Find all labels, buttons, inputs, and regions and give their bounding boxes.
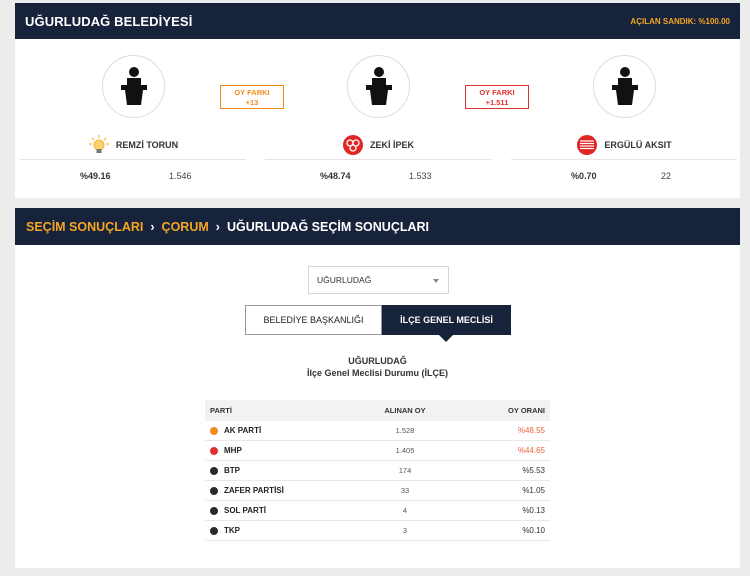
party-color-dot bbox=[210, 486, 218, 495]
votes-cell: 1.405 bbox=[395, 446, 415, 455]
chevron-right-icon: › bbox=[150, 219, 155, 234]
divider bbox=[20, 159, 246, 160]
party-name: ZAFER PARTİSİ bbox=[224, 486, 284, 495]
party-name: TKP bbox=[224, 526, 240, 535]
chp-six-arrows-logo bbox=[576, 134, 598, 156]
party-color-dot bbox=[210, 526, 218, 535]
table-row: ZAFER PARTİSİ 33 %1.05 bbox=[205, 481, 550, 501]
party-cell: BTP bbox=[205, 466, 350, 475]
party-name: SOL PARTİ bbox=[224, 506, 266, 515]
mhp-crescent-logo bbox=[342, 134, 364, 156]
candidate-card: ERGÜLÜ AKSIT %0.70 22 bbox=[511, 39, 737, 189]
results-tabs: BELEDİYE BAŞKANLIĞI İLÇE GENEL MECLİSİ bbox=[245, 305, 511, 342]
breadcrumb: SEÇİM SONUÇLARI › ÇORUM › UĞURLUDAĞ SEÇİ… bbox=[15, 208, 740, 245]
candidate-name: ZEKİ İPEK bbox=[369, 140, 414, 150]
party-color-dot bbox=[210, 506, 218, 515]
candidate-card: REMZİ TORUN %49.16 1.546 bbox=[20, 39, 246, 189]
party-name: MHP bbox=[224, 446, 242, 455]
table-title: UĞURLUDAĞ bbox=[348, 356, 407, 366]
candidate-votes: 22 bbox=[661, 171, 672, 181]
active-tab-arrow-icon bbox=[439, 335, 453, 342]
opened-boxes-label: AÇILAN SANDIK: %100.00 bbox=[630, 16, 730, 26]
divider bbox=[511, 159, 737, 160]
breadcrumb-link-results[interactable]: SEÇİM SONUÇLARI bbox=[26, 220, 143, 234]
party-color-dot bbox=[210, 446, 218, 455]
candidate-name: ERGÜLÜ AKSIT bbox=[604, 140, 672, 150]
votes-cell: 1.528 bbox=[395, 426, 415, 435]
rate-cell: %44.65 bbox=[517, 446, 545, 455]
candidate-card: ZEKİ İPEK %48.74 1.533 bbox=[265, 39, 491, 189]
district-select[interactable]: UĞURLUDAĞ bbox=[308, 266, 449, 294]
party-cell: SOL PARTİ bbox=[205, 506, 350, 515]
table-row: SOL PARTİ 4 %0.13 bbox=[205, 501, 550, 521]
podium-icon bbox=[347, 55, 410, 118]
party-color-dot bbox=[210, 426, 218, 435]
caret-down-icon bbox=[433, 279, 439, 283]
party-cell: ZAFER PARTİSİ bbox=[205, 486, 350, 495]
municipality-header: UĞURLUDAĞ BELEDİYESİ AÇILAN SANDIK: %100… bbox=[15, 3, 740, 39]
table-row: MHP 1.405 %44.65 bbox=[205, 441, 550, 461]
breadcrumb-link-corum[interactable]: ÇORUM bbox=[162, 220, 209, 234]
tab-district-council-label: İLÇE GENEL MECLİSİ bbox=[400, 315, 493, 325]
podium-icon bbox=[593, 55, 656, 118]
breadcrumb-current: UĞURLUDAĞ SEÇİM SONUÇLARI bbox=[226, 219, 430, 234]
tab-mayor[interactable]: BELEDİYE BAŞKANLIĞI bbox=[245, 305, 382, 335]
rate-cell: %0.13 bbox=[522, 506, 545, 515]
divider bbox=[265, 159, 491, 160]
votes-cell: 4 bbox=[402, 506, 408, 515]
chevron-right-icon: › bbox=[215, 219, 220, 234]
table-row: BTP 174 %5.53 bbox=[205, 461, 550, 481]
results-table: PARTİ ALINAN OY OY ORANI AK PARTİ 1.528 %4… bbox=[205, 400, 550, 541]
rate-cell: %48.55 bbox=[517, 426, 545, 435]
rate-cell: %0.10 bbox=[522, 526, 545, 535]
ak-parti-bulb-logo bbox=[88, 134, 110, 156]
rate-cell: %5.53 bbox=[522, 466, 545, 475]
district-select-value: UĞURLUDAĞ bbox=[317, 275, 372, 285]
votes-cell: 174 bbox=[398, 466, 412, 475]
candidate-percent: %48.74 bbox=[320, 171, 351, 181]
municipality-title: UĞURLUDAĞ BELEDİYESİ bbox=[25, 13, 193, 29]
votes-cell: 33 bbox=[400, 486, 410, 495]
candidate-percent: %49.16 bbox=[80, 171, 111, 181]
podium-icon bbox=[102, 55, 165, 118]
candidate-percent: %0.70 bbox=[571, 171, 597, 181]
tab-district-council[interactable]: İLÇE GENEL MECLİSİ bbox=[382, 305, 511, 342]
results-card: SEÇİM SONUÇLARI › ÇORUM › UĞURLUDAĞ SEÇİ… bbox=[15, 208, 740, 568]
party-name: AK PARTİ bbox=[224, 426, 262, 435]
mayor-results-card: UĞURLUDAĞ BELEDİYESİ AÇILAN SANDIK: %100… bbox=[15, 3, 740, 198]
table-row: TKP 3 %0.10 bbox=[205, 521, 550, 541]
header-rate: OY ORANI bbox=[508, 406, 545, 415]
rate-cell: %1.05 bbox=[522, 486, 545, 495]
party-cell: MHP bbox=[205, 446, 350, 455]
header-party: PARTİ bbox=[210, 406, 232, 415]
candidate-votes: 1.533 bbox=[409, 171, 432, 181]
candidate-name: REMZİ TORUN bbox=[115, 140, 179, 150]
party-name: BTP bbox=[224, 466, 240, 475]
header-votes: ALINAN OY bbox=[384, 406, 426, 415]
candidate-votes: 1.546 bbox=[169, 171, 192, 181]
party-color-dot bbox=[210, 466, 218, 475]
table-row: AK PARTİ 1.528 %48.55 bbox=[205, 421, 550, 441]
party-cell: TKP bbox=[205, 526, 350, 535]
table-subtitle: İlçe Genel Meclisi Durumu (İLÇE) bbox=[306, 368, 449, 378]
table-header-row: PARTİ ALINAN OY OY ORANI bbox=[205, 400, 550, 421]
votes-cell: 3 bbox=[402, 526, 408, 535]
party-cell: AK PARTİ bbox=[205, 426, 350, 435]
